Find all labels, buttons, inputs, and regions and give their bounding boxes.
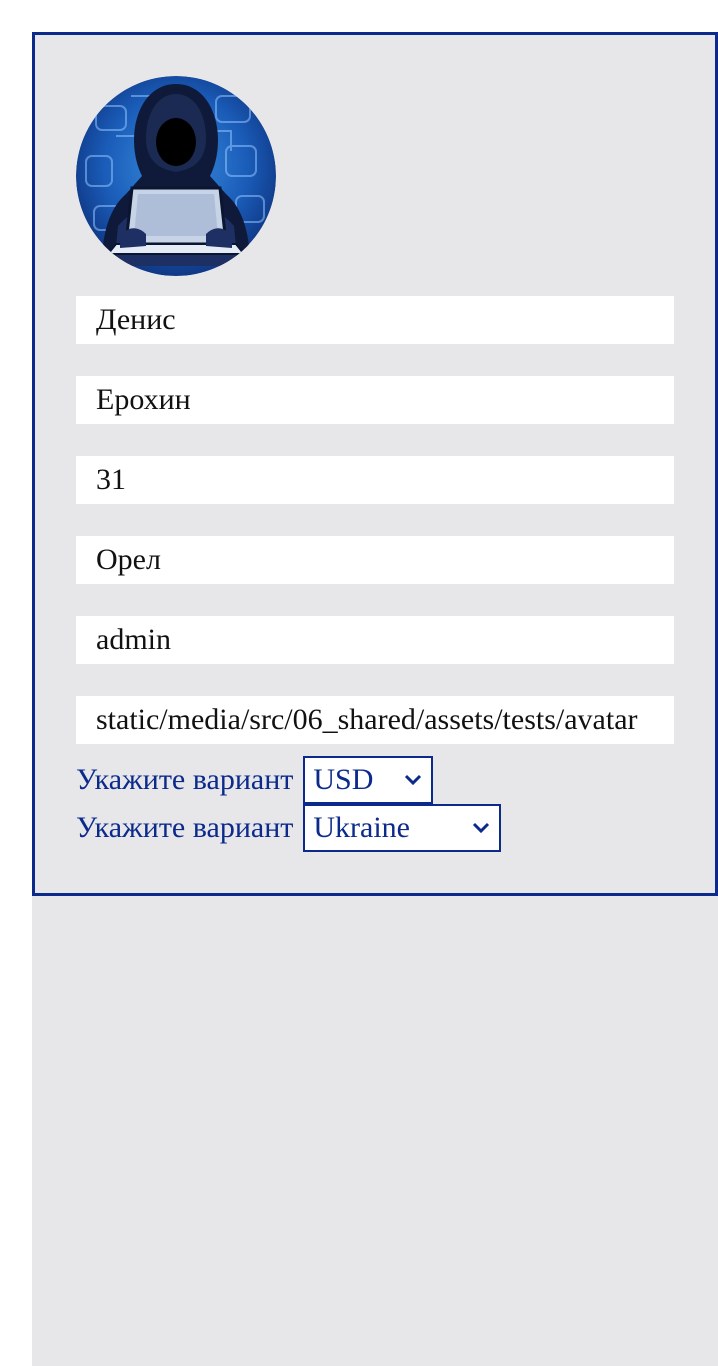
chevron-down-icon (403, 770, 423, 790)
country-select[interactable]: Ukraine (303, 804, 502, 852)
age-field[interactable]: 31 (76, 456, 674, 504)
currency-select[interactable]: USD (303, 756, 434, 804)
country-select-row: Укажите вариант Ukraine (76, 804, 502, 852)
profile-card: Денис Ерохин 31 Орел admin static/media/… (32, 32, 718, 896)
last-name-field[interactable]: Ерохин (76, 376, 674, 424)
avatar (76, 76, 276, 276)
city-field[interactable]: Орел (76, 536, 674, 584)
chevron-down-icon (471, 818, 491, 838)
currency-select-row: Укажите вариант USD (76, 756, 434, 804)
currency-select-value: USD (313, 763, 374, 796)
country-select-label: Укажите вариант (76, 811, 294, 844)
country-select-value: Ukraine (313, 811, 410, 844)
role-field[interactable]: admin (76, 616, 674, 664)
hacker-avatar-image (76, 76, 276, 276)
avatar-path-field[interactable]: static/media/src/06_shared/assets/tests/… (76, 696, 674, 744)
currency-select-label: Укажите вариант (76, 763, 294, 796)
first-name-field[interactable]: Денис (76, 296, 674, 344)
